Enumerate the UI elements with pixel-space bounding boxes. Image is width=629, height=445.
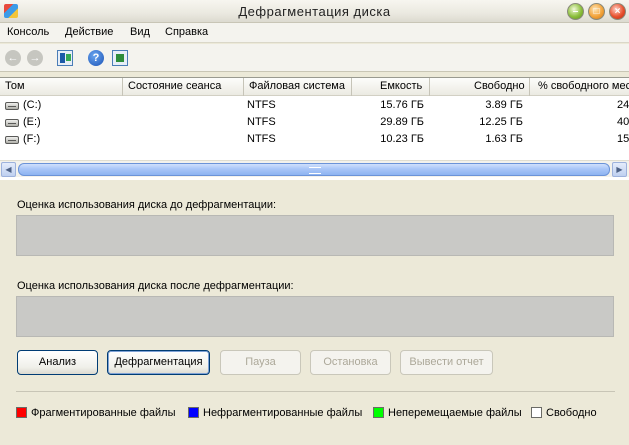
after-defrag-label: Оценка использования диска после дефрагм… [17, 280, 294, 292]
scroll-left-icon[interactable]: ◀ [1, 162, 16, 177]
pause-button[interactable]: Пауза [220, 350, 301, 375]
legend-fragmented: Фрагментированные файлы [16, 407, 176, 419]
close-button[interactable]: × [609, 3, 626, 20]
properties-icon[interactable] [112, 50, 128, 66]
table-row[interactable]: (E:) NTFS 29.89 ГБ 12.25 ГБ 40 % [0, 114, 629, 131]
drive-icon [5, 136, 19, 144]
defragment-button[interactable]: Дефрагментация [107, 350, 210, 375]
cell-free: 12.25 ГБ [479, 116, 523, 128]
legend-unmovable: Неперемещаемые файлы [373, 407, 522, 419]
cell-free: 3.89 ГБ [485, 99, 523, 111]
cell-percent-free: 24 % [617, 99, 629, 111]
column-header-percent-free[interactable]: % свободного места [530, 78, 629, 96]
column-header-filesystem[interactable]: Файловая система [244, 78, 352, 96]
column-header-status[interactable]: Состояние сеанса [123, 78, 244, 96]
after-defrag-display [16, 296, 614, 337]
contiguous-swatch [188, 407, 199, 418]
cell-capacity: 15.76 ГБ [380, 99, 424, 111]
cell-capacity: 29.89 ГБ [380, 116, 424, 128]
menu-help[interactable]: Справка [165, 26, 208, 38]
separator [16, 391, 615, 392]
cell-volume: (C:) [23, 99, 42, 111]
cell-percent-free: 15 % [617, 133, 629, 145]
drive-icon [5, 119, 19, 127]
maximize-button[interactable]: □ [588, 3, 605, 20]
toolbar: ← → ? [0, 44, 629, 72]
table-row[interactable]: (C:) NTFS 15.76 ГБ 3.89 ГБ 24 % [0, 97, 629, 114]
help-icon[interactable]: ? [88, 50, 104, 66]
console-tree-icon[interactable] [57, 50, 73, 66]
menu-console[interactable]: Консоль [7, 26, 49, 38]
fragmented-swatch [16, 407, 27, 418]
list-header: Том Состояние сеанса Файловая система Ем… [0, 78, 629, 96]
horizontal-scrollbar[interactable]: ◀ ▶ [0, 160, 629, 177]
column-header-free[interactable]: Свободно [430, 78, 530, 96]
drive-icon [5, 102, 19, 110]
window-title: Дефрагментация диска [238, 4, 391, 19]
cell-percent-free: 40 % [617, 116, 629, 128]
view-report-button[interactable]: Вывести отчет [400, 350, 493, 375]
cell-volume: (E:) [23, 116, 41, 128]
cell-volume: (F:) [23, 133, 41, 145]
before-defrag-label: Оценка использования диска до дефрагмент… [17, 199, 277, 211]
forward-arrow-icon[interactable]: → [27, 50, 43, 66]
back-arrow-icon[interactable]: ← [5, 50, 21, 66]
scroll-right-icon[interactable]: ▶ [612, 162, 627, 177]
minimize-button[interactable]: – [567, 3, 584, 20]
cell-filesystem: NTFS [247, 116, 276, 128]
column-header-volume[interactable]: Том [0, 78, 123, 96]
analyze-button[interactable]: Анализ [17, 350, 98, 375]
menu-action[interactable]: Действие [65, 26, 113, 38]
stop-button[interactable]: Остановка [310, 350, 391, 375]
menu-bar: Консоль Действие Вид Справка [0, 23, 629, 43]
before-defrag-display [16, 215, 614, 256]
table-row[interactable]: (F:) NTFS 10.23 ГБ 1.63 ГБ 15 % [0, 131, 629, 148]
cell-free: 1.63 ГБ [485, 133, 523, 145]
free-swatch [531, 407, 542, 418]
cell-filesystem: NTFS [247, 133, 276, 145]
title-bar: Дефрагментация диска – □ × [0, 0, 629, 23]
legend-free: Свободно [531, 407, 597, 419]
menu-view[interactable]: Вид [130, 26, 150, 38]
legend-contiguous: Нефрагментированные файлы [188, 407, 362, 419]
cell-filesystem: NTFS [247, 99, 276, 111]
column-header-capacity[interactable]: Емкость [352, 78, 430, 96]
cell-capacity: 10.23 ГБ [380, 133, 424, 145]
unmovable-swatch [373, 407, 384, 418]
scrollbar-thumb[interactable] [18, 163, 610, 176]
